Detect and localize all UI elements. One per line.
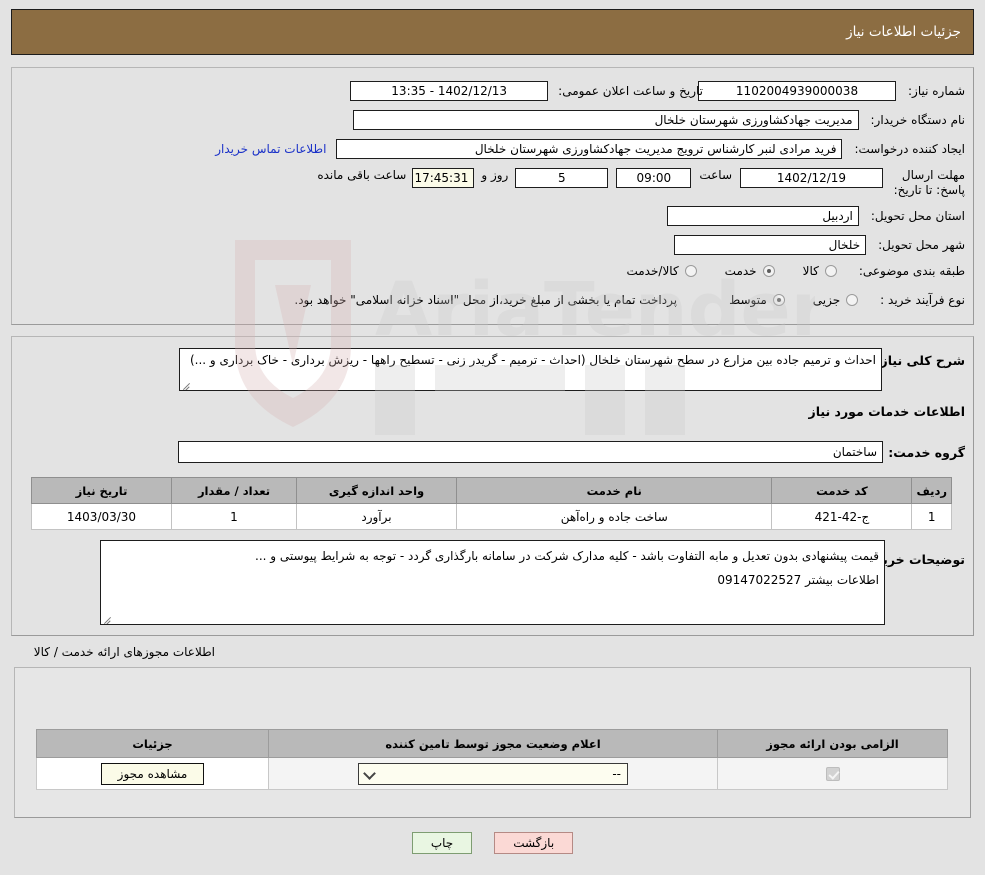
chevron-down-icon	[363, 766, 376, 780]
services-col-2: نام خدمت	[455, 477, 773, 504]
process-label: نوع فرآیند خرید :	[880, 293, 965, 307]
category-option-label: خدمت	[724, 264, 757, 278]
permit-status-cell: --	[268, 757, 718, 790]
requester-label: ایجاد کننده درخواست:	[854, 142, 965, 156]
category-label: طبقه بندی موضوعی:	[858, 264, 965, 278]
announce-datetime-field[interactable]: 1402/12/13 - 13:35	[350, 81, 549, 101]
radio-icon[interactable]	[772, 294, 785, 306]
remaining-suffix-label: ساعت باقی مانده	[317, 168, 407, 182]
back-button[interactable]: بازگشت	[494, 832, 574, 854]
details-panel: شرح کلی نیاز: احداث و ترمیم جاده بین مزا…	[11, 336, 974, 636]
buyer-notes-textarea[interactable]: قیمت پیشنهادی بدون تعدیل و مابه التفاوت …	[100, 540, 885, 625]
permits-col-2: جزئیات	[36, 729, 269, 758]
category-radio-group: کالا خدمت کالا/خدمت	[604, 264, 840, 278]
permits-table-header-row: الزامی بودن ارائه مجوز اعلام وضعیت مجوز ت…	[36, 729, 948, 758]
service-group-field[interactable]: ساختمان	[178, 441, 883, 463]
deadline-time-field[interactable]: 09:00	[616, 168, 692, 188]
services-cell-code: ج-42-421	[771, 503, 913, 530]
deadline-date-field[interactable]: 1402/12/19	[740, 168, 883, 188]
permit-required-cell	[717, 757, 948, 790]
description-label: شرح کلی نیاز:	[875, 353, 965, 368]
permit-status-select[interactable]: --	[358, 762, 628, 785]
requester-field[interactable]: فرید مرادی لنبر کارشناس ترویج مدیریت جها…	[336, 139, 843, 159]
permits-col-0: الزامی بودن ارائه مجوز	[717, 729, 948, 758]
category-option-label: کالا	[802, 264, 819, 278]
services-col-0: ردیف	[911, 477, 952, 504]
radio-icon[interactable]	[846, 294, 859, 306]
city-label: شهر محل تحویل:	[878, 238, 965, 252]
services-col-3: واحد اندازه گیری	[296, 477, 457, 504]
resize-grip-icon[interactable]	[103, 614, 113, 624]
services-cell-unit: برآورد	[296, 503, 457, 530]
permit-required-checkbox	[825, 766, 840, 781]
resize-grip-icon[interactable]	[182, 380, 192, 390]
province-row: استان محل تحویل: اردبیل	[666, 206, 965, 226]
buyer-org-field[interactable]: مدیریت جهادکشاورزی شهرستان خلخال	[352, 110, 859, 130]
process-note: پرداخت تمام یا بخشی از مبلغ خرید،از محل …	[294, 293, 678, 307]
services-cell-qty: 1	[171, 503, 297, 530]
province-field[interactable]: اردبیل	[666, 206, 859, 226]
announce-datetime-row: تاریخ و ساعت اعلان عمومی: 1402/12/13 - 1…	[350, 81, 703, 101]
days-and-label: روز و	[481, 168, 509, 182]
need-info-panel: شماره نیاز: 1102004939000038 تاریخ و ساع…	[11, 67, 974, 325]
category-option-1[interactable]: خدمت	[725, 264, 779, 278]
print-button[interactable]: چاپ	[411, 832, 473, 854]
footer-buttons: بازگشت چاپ	[0, 832, 985, 854]
buyer-notes-line2: اطلاعات بیشتر 09147022527	[717, 573, 879, 587]
process-option-1[interactable]: متوسط	[729, 293, 789, 307]
category-option-label: کالا/خدمت	[626, 264, 679, 278]
process-option-0[interactable]: جزیی	[813, 293, 862, 307]
services-cell-name: ساخت جاده و راه‌آهن	[455, 503, 773, 530]
table-row: 1 ج-42-421 ساخت جاده و راه‌آهن برآورد 1 1403/…	[31, 503, 952, 530]
buyer-notes-line1: قیمت پیشنهادی بدون تعدیل و مابه التفاوت …	[255, 549, 879, 563]
services-cell-index: 1	[911, 503, 952, 530]
radio-icon[interactable]	[762, 265, 775, 277]
deadline-time-label: ساعت	[699, 168, 732, 182]
process-radio-group: جزیی متوسط	[707, 293, 862, 307]
need-number-row: شماره نیاز: 1102004939000038	[698, 81, 965, 101]
services-col-1: کد خدمت	[771, 477, 913, 504]
process-option-label: جزیی	[812, 293, 841, 307]
buyer-org-row: نام دستگاه خریدار: مدیریت جهادکشاورزی شه…	[352, 110, 966, 130]
permits-col-1: اعلام وضعیت مجوز توسط تامین کننده	[268, 729, 718, 758]
deadline-label: مهلت ارسال پاسخ: تا تاریخ:	[893, 168, 965, 197]
announce-datetime-label: تاریخ و ساعت اعلان عمومی:	[558, 84, 703, 98]
radio-icon[interactable]	[684, 265, 697, 277]
services-col-5: تاریخ نیاز	[31, 477, 172, 504]
process-option-label: متوسط	[729, 293, 767, 307]
services-section-title: اطلاعات خدمات مورد نیاز	[808, 404, 966, 419]
services-table: ردیف کد خدمت نام خدمت واحد اندازه گیری تعداد…	[31, 477, 952, 530]
city-row: شهر محل تحویل: خلخال	[674, 235, 965, 255]
description-textarea[interactable]: احداث و ترمیم جاده بین مزارع در سطح شهرس…	[179, 348, 882, 391]
services-table-header-row: ردیف کد خدمت نام خدمت واحد اندازه گیری تعداد…	[31, 477, 952, 504]
category-option-2[interactable]: کالا/خدمت	[626, 264, 700, 278]
description-text: احداث و ترمیم جاده بین مزارع در سطح شهرس…	[189, 353, 876, 367]
permits-table: الزامی بودن ارائه مجوز اعلام وضعیت مجوز ت…	[36, 729, 948, 790]
page-header: جزئیات اطلاعات نیاز	[11, 9, 974, 55]
services-cell-date: 1403/03/30	[31, 503, 172, 530]
buyer-contact-link[interactable]: اطلاعات تماس خریدار	[215, 142, 326, 156]
need-number-label: شماره نیاز:	[908, 84, 965, 98]
permit-details-cell: مشاهده مجوز	[36, 757, 269, 790]
category-row: طبقه بندی موضوعی: کالا خدمت کالا/خدمت	[604, 264, 965, 278]
deadline-row: مهلت ارسال پاسخ: تا تاریخ: 1402/12/19 سا…	[317, 168, 965, 198]
requester-row: ایجاد کننده درخواست: فرید مرادی لنبر کار…	[215, 139, 965, 159]
need-number-field[interactable]: 1102004939000038	[698, 81, 896, 101]
service-group-label: گروه خدمت:	[888, 445, 965, 460]
remaining-days-field[interactable]: 5	[515, 168, 609, 188]
page-title: جزئیات اطلاعات نیاز	[846, 24, 961, 40]
buyer-org-label: نام دستگاه خریدار:	[870, 113, 966, 127]
radio-icon[interactable]	[824, 265, 837, 277]
province-label: استان محل تحویل:	[870, 209, 965, 223]
permits-panel: الزامی بودن ارائه مجوز اعلام وضعیت مجوز ت…	[14, 667, 971, 818]
permits-section-title: اطلاعات مجوزهای ارائه خدمت / کالا	[33, 645, 215, 659]
process-row: نوع فرآیند خرید : جزیی متوسط پرداخت تمام …	[294, 293, 965, 307]
services-col-4: تعداد / مقدار	[171, 477, 297, 504]
remaining-clock-field: 17:45:31	[412, 168, 475, 188]
category-option-0[interactable]: کالا	[803, 264, 841, 278]
table-row: -- مشاهده مجوز	[36, 757, 948, 790]
view-permit-button[interactable]: مشاهده مجوز	[100, 762, 205, 785]
city-field[interactable]: خلخال	[674, 235, 867, 255]
